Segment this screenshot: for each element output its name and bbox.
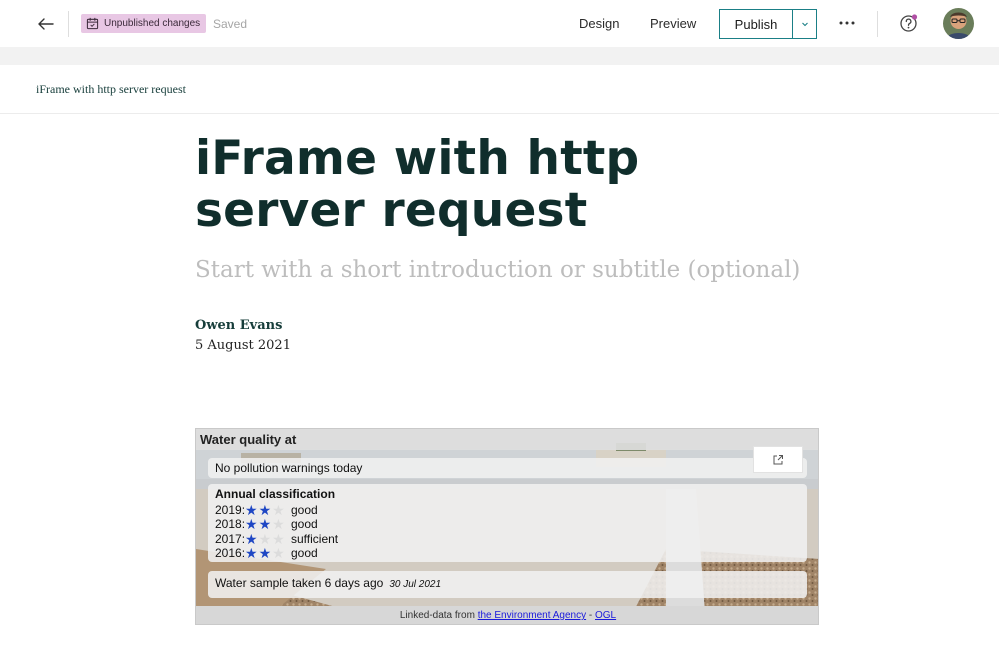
user-avatar[interactable]: [943, 8, 974, 39]
header-divider: [877, 11, 878, 37]
star-icon: ★: [272, 545, 285, 562]
header-divider: [68, 11, 69, 37]
classification-rating: sufficient: [291, 531, 339, 546]
publish-options-button[interactable]: [793, 10, 816, 38]
classification-list: 2019: ★ ★ ★ good 2018: ★ ★ ★ good 2017: ★ ★ ★ sufficie…: [215, 503, 807, 560]
saved-status: Saved: [213, 17, 248, 31]
classification-heading: Annual classification: [215, 487, 336, 501]
badge-label: Unpublished changes: [104, 18, 201, 29]
linked-data-separator: -: [588, 610, 593, 621]
preview-link[interactable]: Preview: [650, 16, 696, 31]
publish-button[interactable]: Publish: [720, 10, 793, 38]
publish-split-button: Publish: [719, 9, 817, 39]
external-link-icon: [773, 454, 783, 464]
classification-year: 2019:: [215, 503, 246, 518]
environment-agency-link[interactable]: the Environment Agency: [478, 610, 586, 621]
classification-year: 2018:: [215, 517, 246, 532]
classification-row: 2018: ★ ★ ★ good: [215, 517, 807, 531]
story-title[interactable]: iFrame with http server request: [195, 133, 795, 237]
header-shadow-band: [0, 47, 999, 65]
star-icon: ★: [245, 516, 258, 533]
more-options-icon[interactable]: [836, 12, 858, 34]
sample-date: 30 Jul 2021: [389, 579, 442, 590]
ogl-licence-link[interactable]: OGL: [595, 610, 616, 621]
classification-year: 2017:: [215, 531, 246, 546]
classification-row: 2019: ★ ★ ★ good: [215, 503, 807, 517]
star-rating: ★ ★ ★: [245, 516, 291, 533]
star-icon: ★: [272, 530, 285, 547]
annual-classification-panel: Annual classification 2019: ★ ★ ★ good 2018: ★…: [208, 484, 807, 562]
help-icon[interactable]: [899, 13, 919, 33]
design-link[interactable]: Design: [579, 16, 619, 31]
publish-date: 5 August 2021: [195, 338, 291, 353]
top-bar: Unpublished changes Saved Design Preview…: [0, 0, 999, 47]
subtitle-input[interactable]: Start with a short introduction or subti…: [195, 257, 800, 283]
title-divider: [0, 113, 999, 114]
open-in-new-window-button[interactable]: [753, 446, 803, 473]
classification-rating: good: [291, 546, 318, 561]
star-icon: ★: [258, 516, 272, 533]
linked-data-prefix: Linked-data from: [399, 610, 475, 621]
star-icon: ★: [245, 530, 258, 547]
unpublished-changes-badge[interactable]: Unpublished changes: [81, 14, 207, 33]
story-breadcrumb: iFrame with http server request: [36, 82, 186, 96]
water-sample-panel: Water sample taken 6 days ago 30 Jul 2021: [208, 571, 807, 598]
sample-text: Water sample taken 6 days ago: [215, 576, 384, 590]
star-icon: ★: [258, 502, 272, 519]
linked-data-footer: Linked-data from the Environment Agency …: [196, 606, 818, 624]
star-icon: ★: [258, 545, 272, 562]
water-quality-title: Water quality at: [196, 429, 818, 450]
star-icon: ★: [245, 545, 258, 562]
classification-rating: good: [291, 517, 318, 532]
pollution-warning-panel: No pollution warnings today: [208, 458, 807, 478]
calendar-icon: [86, 17, 99, 30]
classification-year: 2016:: [215, 546, 246, 561]
author-name[interactable]: Owen Evans: [195, 318, 282, 333]
classification-row: 2017: ★ ★ ★ sufficient: [215, 532, 807, 546]
pollution-warning-text: No pollution warnings today: [215, 461, 363, 475]
star-rating: ★ ★ ★: [245, 545, 291, 562]
classification-row: 2016: ★ ★ ★ good: [215, 546, 807, 560]
star-icon: ★: [272, 502, 285, 519]
star-rating: ★ ★ ★: [245, 530, 291, 547]
chevron-down-icon: [801, 22, 808, 27]
back-arrow-icon[interactable]: [34, 12, 58, 36]
star-icon: ★: [245, 502, 258, 519]
classification-rating: good: [291, 503, 318, 518]
star-rating: ★ ★ ★: [245, 502, 291, 519]
star-icon: ★: [272, 516, 285, 533]
star-icon: ★: [258, 530, 272, 547]
iframe-embed[interactable]: Water quality at No pollution warnings t…: [195, 428, 819, 625]
